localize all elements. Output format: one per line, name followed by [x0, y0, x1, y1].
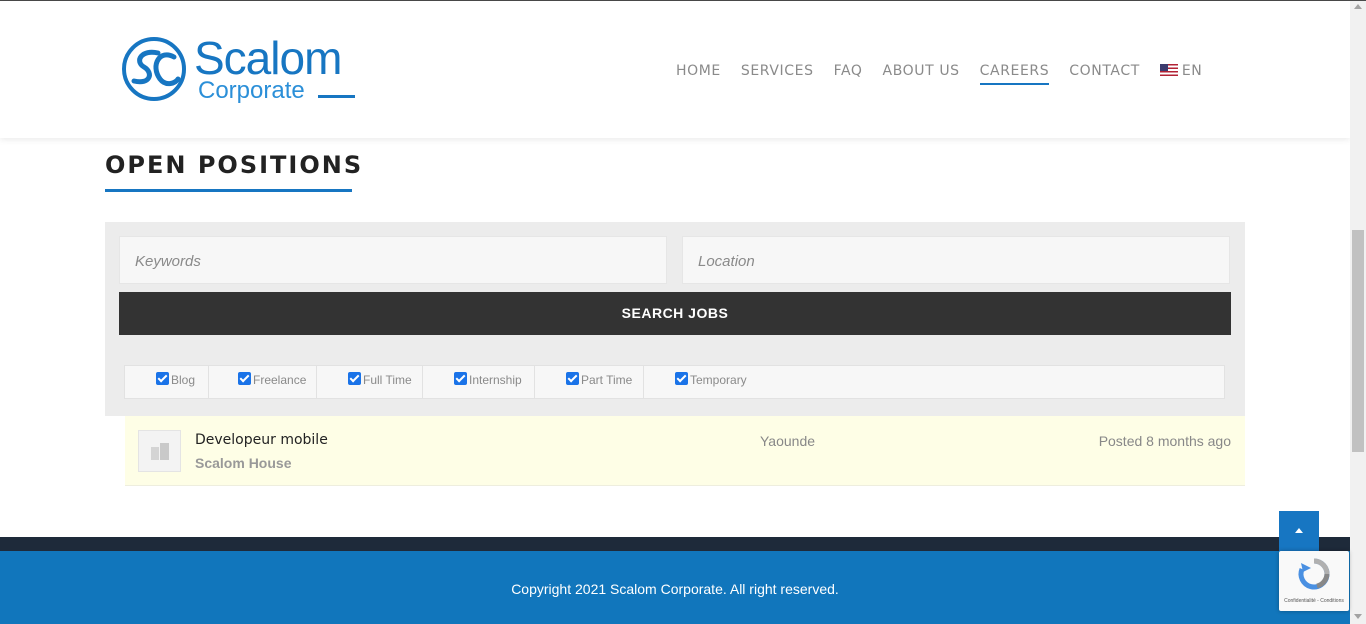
filter-divider — [316, 366, 317, 398]
nav-contact[interactable]: CONTACT — [1069, 63, 1140, 79]
back-to-top-button[interactable] — [1279, 511, 1319, 551]
job-posted-date: Posted 8 months ago — [1098, 433, 1231, 449]
logo-mark-icon — [122, 37, 186, 101]
title-underline — [105, 189, 352, 192]
filter-part-time[interactable]: Part Time — [566, 371, 633, 387]
checkbox-checked-icon[interactable] — [348, 371, 361, 385]
site-header: Scalom Corporate HOME SERVICES FAQ ABOUT… — [0, 1, 1350, 138]
recaptcha-icon — [1298, 558, 1330, 590]
nav-about-us[interactable]: ABOUT US — [883, 63, 960, 79]
nav-services[interactable]: SERVICES — [741, 63, 814, 79]
filter-full-time[interactable]: Full Time — [348, 371, 412, 387]
job-company: Scalom House — [195, 455, 292, 471]
filter-label: Freelance — [253, 373, 307, 387]
recaptcha-terms[interactable]: Confidentialité - Conditions — [1282, 598, 1346, 604]
checkbox-checked-icon[interactable] — [675, 371, 688, 385]
footer-top-band — [0, 537, 1350, 551]
scroll-up-arrow-icon[interactable] — [1354, 4, 1362, 9]
checkbox-checked-icon[interactable] — [566, 371, 579, 385]
nav-faq[interactable]: FAQ — [834, 63, 863, 79]
filter-label: Blog — [171, 373, 196, 387]
nav-careers[interactable]: CAREERS — [979, 63, 1050, 85]
recaptcha-badge[interactable]: Confidentialité - Conditions — [1279, 551, 1349, 611]
brand-underline — [318, 95, 355, 98]
filter-divider — [643, 366, 644, 398]
job-title[interactable]: Developeur mobile — [195, 432, 328, 448]
job-listing[interactable]: Developeur mobile Scalom House Yaounde P… — [125, 416, 1245, 486]
brand-subtitle: Corporate — [198, 77, 305, 104]
checkbox-checked-icon[interactable] — [156, 371, 169, 385]
keywords-input[interactable]: Keywords — [119, 236, 667, 284]
filter-label: Internship — [469, 373, 522, 387]
language-switcher[interactable]: EN — [1159, 63, 1203, 79]
scroll-down-arrow-icon[interactable] — [1354, 614, 1362, 619]
building-icon — [138, 430, 181, 472]
filter-blog[interactable]: Blog — [156, 371, 196, 387]
filter-label: Full Time — [363, 373, 412, 387]
page-title: OPEN POSITIONS — [105, 151, 364, 179]
filter-temporary[interactable]: Temporary — [675, 371, 747, 387]
filter-label: Part Time — [581, 373, 633, 387]
job-type-filters: Blog Freelance Full Time Internship Part… — [124, 365, 1225, 399]
job-location: Yaounde — [760, 433, 816, 449]
search-jobs-button[interactable]: SEARCH JOBS — [119, 292, 1231, 335]
filter-label: Temporary — [690, 373, 747, 387]
language-label: EN — [1181, 63, 1203, 79]
location-input[interactable]: Location — [682, 236, 1230, 284]
filter-divider — [422, 366, 423, 398]
site-footer: Copyright 2021 Scalom Corporate. All rig… — [0, 551, 1350, 624]
filter-freelance[interactable]: Freelance — [238, 371, 307, 387]
nav-home[interactable]: HOME — [676, 63, 721, 79]
scrollbar-thumb[interactable] — [1352, 230, 1364, 452]
filter-internship[interactable]: Internship — [454, 371, 522, 387]
checkbox-checked-icon[interactable] — [454, 371, 467, 385]
checkbox-checked-icon[interactable] — [238, 371, 251, 385]
filter-divider — [534, 366, 535, 398]
filter-divider — [208, 366, 209, 398]
main-nav: HOME SERVICES FAQ ABOUT US CAREERS CONTA… — [676, 61, 1203, 85]
us-flag-icon — [1159, 64, 1178, 76]
copyright-text: Copyright 2021 Scalom Corporate. All rig… — [511, 581, 839, 597]
brand-logo[interactable]: Scalom Corporate — [120, 32, 370, 109]
